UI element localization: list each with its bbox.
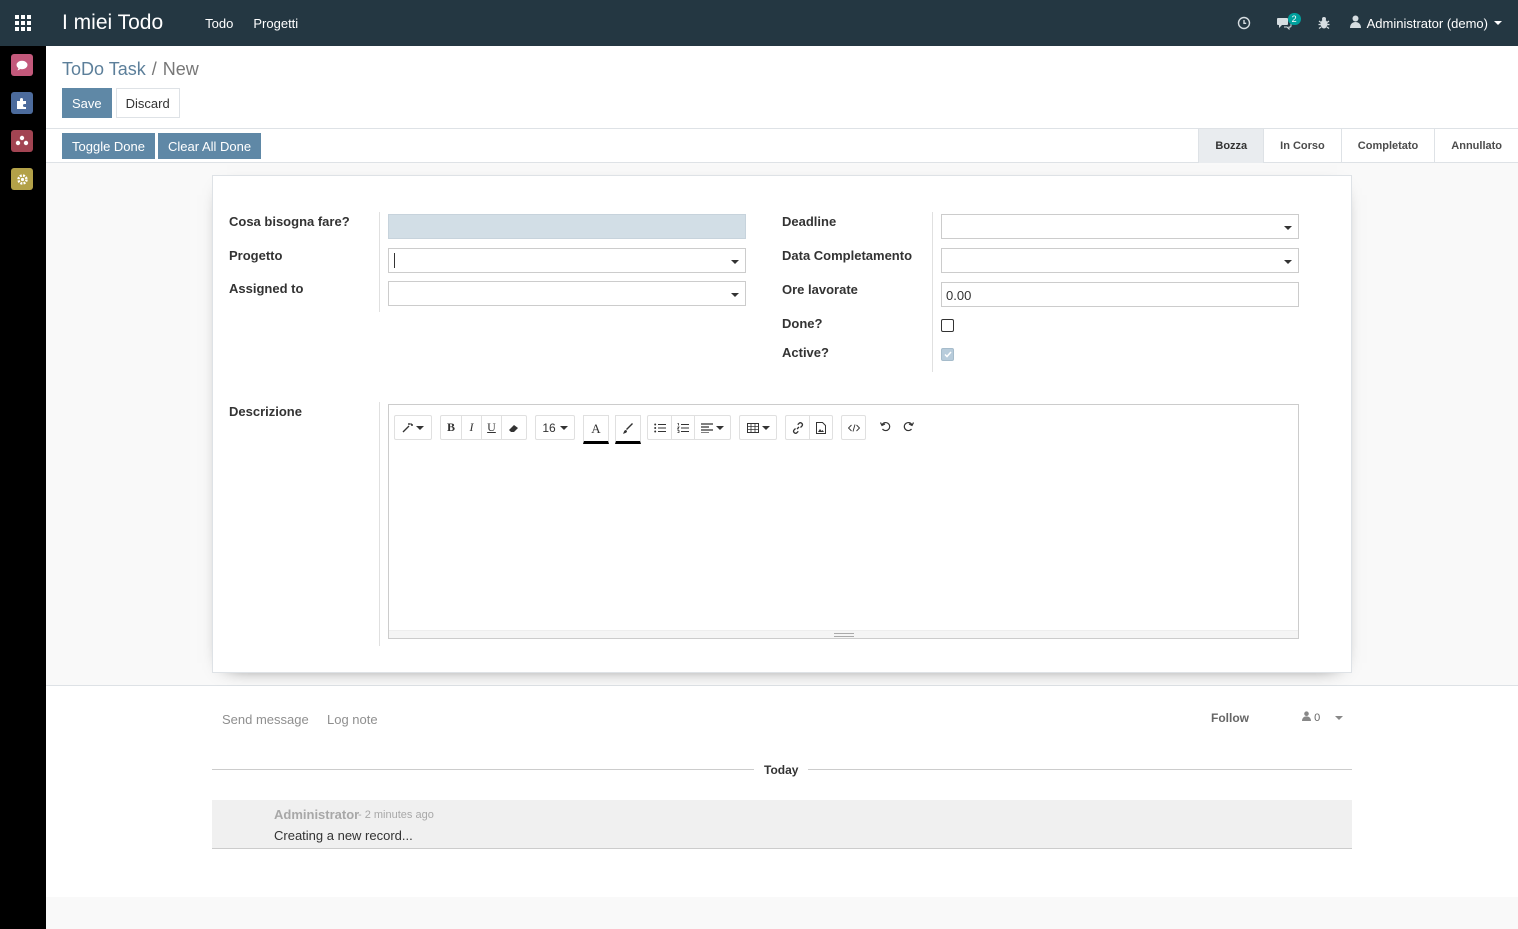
menu-item-progetti[interactable]: Progetti bbox=[253, 16, 298, 31]
message-author[interactable]: Administrator bbox=[274, 807, 359, 822]
font-size-value: 16 bbox=[542, 420, 556, 435]
user-menu[interactable]: Administrator (demo) bbox=[1344, 15, 1518, 31]
message-date: - 2 minutes ago bbox=[358, 809, 434, 821]
description-label: Descrizione bbox=[229, 404, 302, 419]
hours-value: 0.00 bbox=[946, 288, 972, 303]
day-separator-label: Today bbox=[754, 763, 809, 777]
discuss-app-icon[interactable] bbox=[11, 54, 33, 76]
chevron-down-icon bbox=[731, 260, 739, 264]
deadline-date-input[interactable] bbox=[941, 214, 1299, 239]
magic-wand-style-icon[interactable] bbox=[395, 416, 431, 439]
chatter: Send message Log note Follow 0 Today Adm… bbox=[46, 686, 1518, 897]
background-color-brush-icon[interactable] bbox=[615, 415, 641, 444]
editor-toolbar: B I U 16 A bbox=[394, 415, 924, 444]
discard-button[interactable]: Discard bbox=[115, 88, 180, 118]
user-icon bbox=[1349, 15, 1361, 31]
completion-label: Data Completamento bbox=[782, 248, 913, 263]
image-file-icon[interactable] bbox=[809, 416, 832, 439]
breadcrumb-parent[interactable]: ToDo Task bbox=[62, 59, 146, 79]
menu-item-todo[interactable]: Todo bbox=[205, 16, 233, 31]
message-item: Administrator - 2 minutes ago Creating a… bbox=[212, 800, 1352, 849]
chevron-down-icon bbox=[1284, 226, 1292, 230]
description-separator bbox=[379, 402, 380, 646]
apps-menu-button[interactable] bbox=[0, 0, 46, 46]
project-select[interactable] bbox=[388, 248, 746, 273]
stage-completato[interactable]: Completato bbox=[1340, 129, 1435, 163]
breadcrumb-separator: / bbox=[151, 59, 157, 79]
name-input[interactable] bbox=[388, 214, 746, 239]
text-color-icon[interactable]: A bbox=[583, 415, 609, 444]
send-message-button[interactable]: Send message bbox=[222, 712, 309, 727]
checkmark-icon bbox=[943, 351, 952, 358]
deadline-label: Deadline bbox=[782, 214, 837, 229]
chevron-down-icon bbox=[1494, 21, 1502, 25]
bold-icon[interactable]: B bbox=[441, 416, 461, 439]
align-left-icon[interactable] bbox=[694, 416, 730, 439]
statusbar: Bozza In Corso Completato Annullato bbox=[1198, 129, 1518, 163]
user-name: Administrator (demo) bbox=[1366, 15, 1488, 31]
user-icon bbox=[1302, 711, 1311, 721]
save-button[interactable]: Save bbox=[62, 88, 112, 118]
control-panel: ToDo Task / New Save Discard bbox=[46, 46, 1518, 129]
assigned-select[interactable] bbox=[388, 281, 746, 306]
clear-all-done-button[interactable]: Clear All Done bbox=[158, 133, 262, 159]
hours-input[interactable]: 0.00 bbox=[941, 282, 1299, 307]
eraser-icon[interactable] bbox=[501, 416, 526, 439]
grid-icon bbox=[15, 15, 31, 31]
done-checkbox[interactable] bbox=[941, 319, 954, 332]
assigned-label: Assigned to bbox=[229, 281, 304, 296]
done-label: Done? bbox=[782, 316, 823, 331]
undo-icon[interactable] bbox=[874, 415, 897, 438]
message-body: Creating a new record... bbox=[274, 828, 413, 843]
app-sidebar bbox=[0, 46, 46, 929]
toggle-done-button[interactable]: Toggle Done bbox=[62, 133, 155, 159]
completion-date-input[interactable] bbox=[941, 248, 1299, 273]
followers-count: 0 bbox=[1314, 712, 1321, 724]
stage-annullato[interactable]: Annullato bbox=[1434, 129, 1518, 163]
debug-bug-icon[interactable] bbox=[1304, 0, 1344, 46]
log-note-button[interactable]: Log note bbox=[327, 712, 378, 727]
stage-in-corso[interactable]: In Corso bbox=[1263, 129, 1341, 163]
underline-icon[interactable]: U bbox=[481, 416, 501, 439]
stage-bozza[interactable]: Bozza bbox=[1198, 129, 1264, 163]
numbered-list-icon[interactable] bbox=[671, 416, 694, 439]
contacts-icon[interactable] bbox=[11, 130, 33, 152]
activity-clock-icon[interactable] bbox=[1224, 0, 1264, 46]
breadcrumb: ToDo Task / New bbox=[62, 59, 199, 80]
bullet-list-icon[interactable] bbox=[648, 416, 671, 439]
text-cursor bbox=[394, 253, 395, 268]
code-view-icon[interactable] bbox=[842, 416, 865, 439]
form-header: Toggle Done Clear All Done Bozza In Cors… bbox=[46, 129, 1518, 163]
active-checkbox[interactable] bbox=[941, 348, 954, 361]
editor-resize-handle[interactable] bbox=[389, 630, 1298, 638]
follow-button[interactable]: Follow bbox=[1211, 711, 1249, 725]
right-group-separator bbox=[932, 212, 933, 372]
left-group-separator bbox=[379, 212, 380, 312]
name-label: Cosa bisogna fare? bbox=[229, 214, 350, 229]
hours-label: Ore lavorate bbox=[782, 282, 858, 297]
breadcrumb-current: New bbox=[162, 59, 199, 79]
settings-gear-icon[interactable] bbox=[11, 168, 33, 190]
link-icon[interactable] bbox=[786, 416, 809, 439]
messages-icon[interactable]: 2 bbox=[1264, 0, 1304, 46]
chevron-down-icon bbox=[731, 293, 739, 297]
app-brand: I miei Todo bbox=[62, 11, 164, 34]
apps-puzzle-icon[interactable] bbox=[11, 92, 33, 114]
chevron-down-icon bbox=[1284, 260, 1292, 264]
font-size-select[interactable]: 16 bbox=[536, 416, 574, 439]
messages-badge: 2 bbox=[1287, 13, 1301, 25]
redo-icon[interactable] bbox=[897, 415, 920, 438]
table-icon[interactable] bbox=[740, 416, 776, 439]
description-editor[interactable]: B I U 16 A bbox=[388, 404, 1299, 639]
followers-button[interactable]: 0 bbox=[1302, 711, 1344, 724]
resize-grip-icon bbox=[834, 633, 854, 637]
project-label: Progetto bbox=[229, 248, 283, 263]
chevron-down-icon bbox=[1335, 716, 1344, 721]
italic-icon[interactable]: I bbox=[461, 416, 481, 439]
active-label: Active? bbox=[782, 345, 829, 360]
top-navbar: I miei Todo Todo Progetti 2 Administrato… bbox=[0, 0, 1518, 46]
